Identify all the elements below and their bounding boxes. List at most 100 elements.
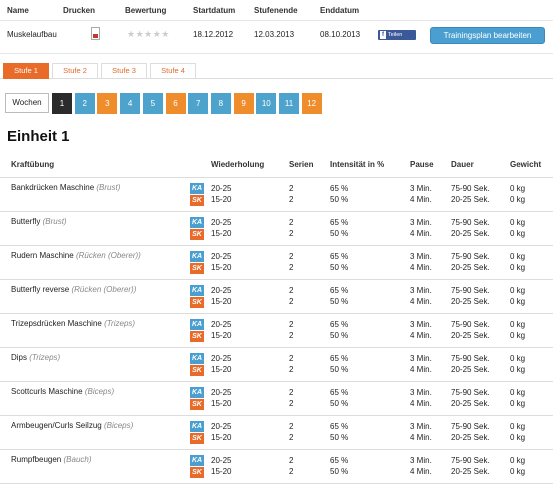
tab-stufe-4[interactable]: Stufe 4 [150, 63, 196, 79]
ka-badge: KA [190, 421, 204, 432]
weight-cell: 0 kg [510, 320, 526, 329]
sk-badge: SK [190, 399, 204, 410]
stage-end-date: 12.03.2013 [254, 30, 295, 39]
duration-cell: 20-25 Sek. [451, 297, 490, 306]
facebook-share-button[interactable]: f Teilen [378, 30, 416, 40]
duration-cell: 75-90 Sek. [451, 388, 490, 397]
duration-cell: 20-25 Sek. [451, 467, 490, 476]
exercise-name[interactable]: Rudern Maschine (Rücken (Oberer)) [11, 251, 141, 260]
weight-cell: 0 kg [510, 388, 526, 397]
ka-badge: KA [190, 387, 204, 398]
print-icon[interactable] [91, 27, 100, 40]
reps-cell: 15-20 [211, 229, 232, 238]
share-label: Teilen [388, 32, 403, 38]
intensity-cell: 65 % [330, 252, 349, 261]
facebook-icon: f [380, 30, 386, 39]
tab-stufe-1[interactable]: Stufe 1 [3, 63, 49, 79]
col-reps-header: Wiederholung [211, 160, 265, 169]
exercise-name[interactable]: Scottcurls Maschine (Biceps) [11, 387, 114, 396]
sets-cell: 2 [289, 467, 294, 476]
sets-cell: 2 [289, 184, 294, 193]
exercise-name[interactable]: Butterfly reverse (Rücken (Oberer)) [11, 285, 136, 294]
week-button-6[interactable]: 6 [165, 93, 186, 114]
sk-badge: SK [190, 263, 204, 274]
col-duration-header: Dauer [451, 160, 474, 169]
week-button-9[interactable]: 9 [233, 93, 254, 114]
pause-cell: 3 Min. [410, 456, 432, 465]
pause-cell: 4 Min. [410, 433, 432, 442]
reps-cell: 15-20 [211, 195, 232, 204]
sets-cell: 2 [289, 320, 294, 329]
rating-stars[interactable]: ★★★★★ [127, 30, 170, 40]
week-button-11[interactable]: 11 [279, 93, 299, 114]
weight-cell: 0 kg [510, 229, 526, 238]
ka-badge: KA [190, 183, 204, 194]
week-button-3[interactable]: 3 [97, 93, 118, 114]
week-button-10[interactable]: 10 [256, 93, 277, 114]
exercise-title: Armbeugen/Curls Seilzug [11, 421, 102, 430]
duration-cell: 75-90 Sek. [451, 422, 490, 431]
intensity-cell: 50 % [330, 263, 349, 272]
pause-cell: 3 Min. [410, 218, 432, 227]
exercise-title: Butterfly [11, 217, 41, 226]
week-button-1[interactable]: 1 [52, 93, 72, 114]
table-row: Rumpfbeugen (Bauch) KA SK 20-25 15-20 2 2 65 % 5… [0, 450, 553, 484]
week-button-4[interactable]: 4 [120, 93, 141, 114]
intensity-cell: 50 % [330, 433, 349, 442]
duration-cell: 20-25 Sek. [451, 229, 490, 238]
pause-cell: 4 Min. [410, 229, 432, 238]
exercise-name[interactable]: Dips (Trizeps) [11, 353, 60, 362]
plan-name[interactable]: Muskelaufbau [7, 30, 57, 39]
col-sets-header: Serien [289, 160, 314, 169]
ka-badge: KA [190, 353, 204, 364]
sk-badge: SK [190, 229, 204, 240]
duration-cell: 75-90 Sek. [451, 456, 490, 465]
reps-cell: 15-20 [211, 365, 232, 374]
reps-cell: 20-25 [211, 354, 232, 363]
week-button-8[interactable]: 8 [210, 93, 231, 114]
exercise-name[interactable]: Trizepsdrücken Maschine (Trizeps) [11, 319, 135, 328]
start-date: 18.12.2012 [193, 30, 234, 39]
sets-cell: 2 [289, 297, 294, 306]
col-stage-end-header: Stufenende [254, 6, 298, 15]
weight-cell: 0 kg [510, 263, 526, 272]
muscle-group: (Rücken (Oberer)) [75, 251, 141, 260]
muscle-group: (Biceps) [103, 421, 134, 430]
intensity-cell: 65 % [330, 184, 349, 193]
exercise-name[interactable]: Armbeugen/Curls Seilzug (Biceps) [11, 421, 133, 430]
tab-stufe-2[interactable]: Stufe 2 [52, 63, 98, 79]
reps-cell: 20-25 [211, 286, 232, 295]
exercise-title: Scottcurls Maschine [11, 387, 83, 396]
week-button-12[interactable]: 12 [301, 93, 322, 114]
weeks-label: Wochen [5, 93, 49, 113]
end-date: 08.10.2013 [320, 30, 361, 39]
col-weight-header: Gewicht [510, 160, 542, 169]
sets-cell: 2 [289, 252, 294, 261]
exercise-name[interactable]: Bankdrücken Maschine (Brust) [11, 183, 120, 192]
exercise-title: Rumpfbeugen [11, 455, 62, 464]
ka-badge: KA [190, 455, 204, 466]
intensity-cell: 50 % [330, 365, 349, 374]
week-button-5[interactable]: 5 [142, 93, 163, 114]
duration-cell: 20-25 Sek. [451, 331, 490, 340]
exercise-title: Trizepsdrücken Maschine [11, 319, 102, 328]
edit-plan-button[interactable]: Trainingsplan bearbeiten [430, 27, 545, 44]
muscle-group: (Biceps) [84, 387, 115, 396]
week-button-7[interactable]: 7 [188, 93, 209, 114]
intensity-cell: 50 % [330, 399, 349, 408]
exercise-title: Bankdrücken Maschine [11, 183, 95, 192]
weight-cell: 0 kg [510, 456, 526, 465]
weight-cell: 0 kg [510, 184, 526, 193]
duration-cell: 75-90 Sek. [451, 354, 490, 363]
table-row: Scottcurls Maschine (Biceps) KA SK 20-25 15-… [0, 382, 553, 416]
exercise-name[interactable]: Rumpfbeugen (Bauch) [11, 455, 92, 464]
tab-stufe-3[interactable]: Stufe 3 [101, 63, 147, 79]
sets-cell: 2 [289, 456, 294, 465]
exercise-name[interactable]: Butterfly (Brust) [11, 217, 67, 226]
plan-row: Muskelaufbau ★★★★★ 18.12.2012 12.03.2013… [0, 20, 553, 54]
week-button-2[interactable]: 2 [74, 93, 95, 114]
duration-cell: 75-90 Sek. [451, 320, 490, 329]
table-row: Butterfly reverse (Rücken (Oberer)) KA SK 2… [0, 280, 553, 314]
pause-cell: 4 Min. [410, 195, 432, 204]
sk-badge: SK [190, 433, 204, 444]
